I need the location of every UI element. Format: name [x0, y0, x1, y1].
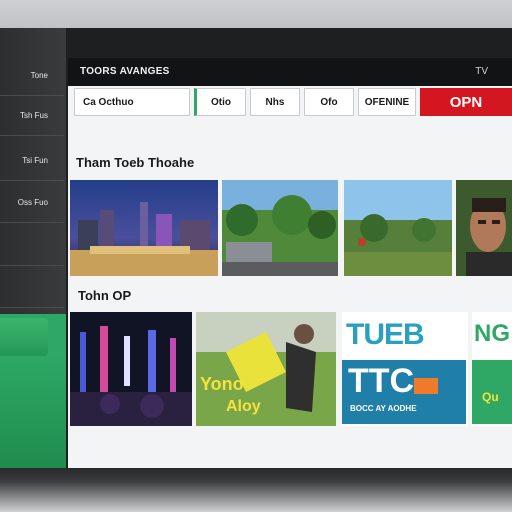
- video-thumbnail[interactable]: [70, 312, 192, 426]
- tab-6[interactable]: OPN: [420, 88, 512, 116]
- sidebar-item-6[interactable]: [0, 268, 64, 308]
- concert-image: [70, 312, 192, 426]
- landscape-image: [222, 180, 338, 276]
- video-thumbnail[interactable]: [222, 180, 338, 276]
- sports-image: [196, 312, 336, 426]
- tab-label: OPN: [449, 93, 483, 111]
- channel-tile[interactable]: NG Qu: [472, 312, 512, 426]
- sidebar-item-label: Tone: [30, 71, 48, 80]
- sidebar-item-4[interactable]: Oss Fuo: [0, 183, 64, 223]
- tab-5[interactable]: OFENINE: [358, 88, 416, 116]
- sidebar-item-label: Tsh Fus: [19, 111, 48, 120]
- tab-label: Otio: [211, 96, 231, 108]
- tile-caption: Aloy: [226, 398, 261, 415]
- section-title-1: Tham Toeb Thoahe: [76, 155, 195, 170]
- tab-2[interactable]: Otio: [194, 88, 246, 116]
- channel-logo-subtext: BOCC AY AODHE: [350, 404, 417, 413]
- section-title-2: Tohn OP: [78, 288, 132, 303]
- sidebar-item-label: Oss Fuo: [17, 198, 48, 207]
- channel-logo-text: TUEB: [346, 318, 425, 351]
- channel-logo-text: NG: [474, 320, 510, 347]
- tile-caption: Yono: [200, 374, 244, 394]
- app-title: TOORS AVANGES: [80, 66, 170, 77]
- channel-tile[interactable]: TUEB TTC BOCC AY AODHE: [342, 312, 468, 426]
- portrait-image: [456, 180, 512, 276]
- field-image: [344, 180, 452, 276]
- tab-3[interactable]: Nhs: [250, 88, 300, 116]
- top-bar: TOORS AVANGES TV: [68, 58, 512, 86]
- tab-label: Ca Octhuo: [83, 96, 134, 108]
- tabs-row: Ca Octhuo Otio Nhs Ofo OFENINE OPN: [74, 86, 512, 120]
- search-tab[interactable]: Ca Octhuo: [74, 88, 190, 116]
- tv-icon[interactable]: TV: [475, 66, 488, 77]
- sidebar-green-footer: [0, 356, 66, 468]
- tab-label: Nhs: [265, 96, 285, 108]
- video-thumbnail[interactable]: [344, 180, 452, 276]
- channel-logo-text: Qu: [482, 390, 499, 404]
- channel-logo-main: TTC: [348, 362, 415, 400]
- city-night-image: [70, 180, 218, 276]
- sidebar-item-1[interactable]: Tone: [0, 56, 64, 96]
- video-thumbnail[interactable]: Yono Aloy: [196, 312, 336, 426]
- tab-4[interactable]: Ofo: [304, 88, 354, 116]
- tab-label: OFENINE: [364, 96, 410, 108]
- video-thumbnail[interactable]: [456, 180, 512, 276]
- sidebar-item-2[interactable]: Tsh Fus: [0, 96, 64, 136]
- channel-logo-accent: [414, 378, 438, 394]
- tab-label: Ofo: [320, 96, 338, 108]
- sidebar-active-button[interactable]: [0, 318, 48, 356]
- sidebar-item-5[interactable]: [0, 226, 64, 266]
- sidebar-item-3[interactable]: Tsi Fun: [0, 141, 64, 181]
- video-thumbnail[interactable]: [70, 180, 218, 276]
- sidebar-item-label: Tsi Fun: [22, 156, 48, 165]
